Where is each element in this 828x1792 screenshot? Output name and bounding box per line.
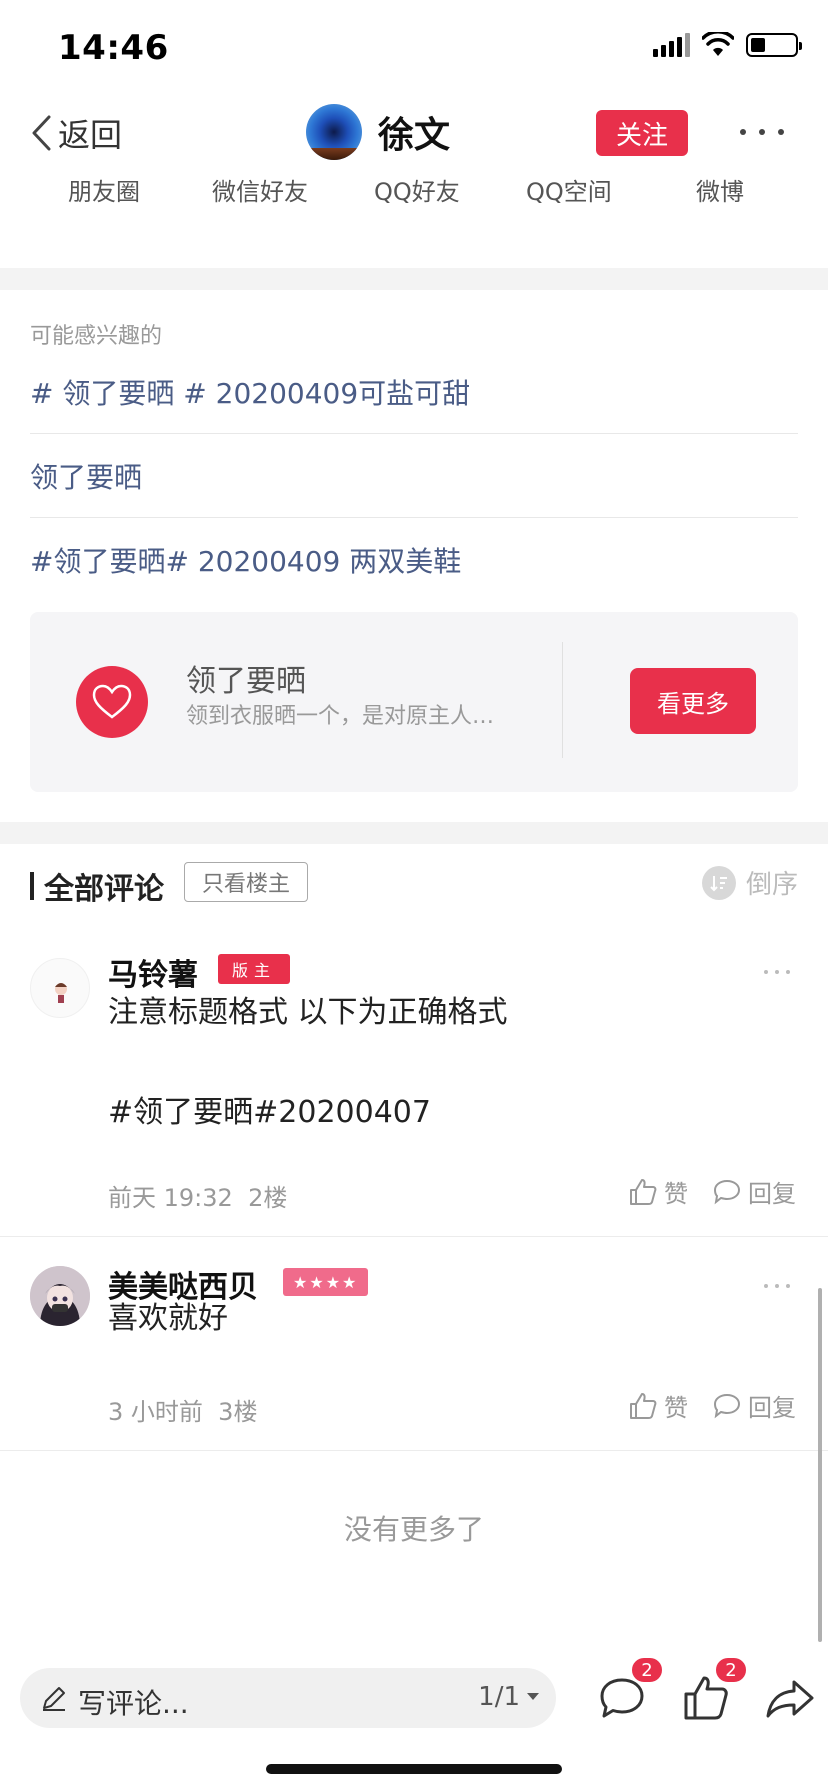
comment-text: 喜欢就好 <box>108 1301 228 1336</box>
reply-button[interactable]: 回复 <box>712 1174 796 1209</box>
like-button[interactable]: 赞 <box>628 1174 688 1209</box>
section-separator <box>0 822 828 844</box>
share-wechat-friend[interactable]: 微信好友 <box>212 172 308 207</box>
like-label: 赞 <box>664 1180 688 1208</box>
sort-label: 倒序 <box>745 870 798 900</box>
nav-bar: 返回 徐文 关注 <box>0 100 828 172</box>
like-label: 赞 <box>664 1394 688 1422</box>
level-badge: ★★★★ <box>283 1268 369 1296</box>
interest-title: 可能感兴趣的 <box>30 324 163 349</box>
sort-icon <box>701 865 736 900</box>
reply-label: 回复 <box>748 1394 796 1422</box>
see-more-button[interactable]: 看更多 <box>630 668 756 734</box>
author-info[interactable]: 徐文 <box>306 104 450 160</box>
signal-icon <box>653 33 690 57</box>
commenter-avatar[interactable] <box>30 958 90 1018</box>
thumbs-up-icon <box>630 1178 657 1205</box>
topic-card-title: 领了要晒 <box>186 664 306 699</box>
topic-card-subtitle: 领到衣服晒一个，是对原主人的尊重 <box>186 704 496 729</box>
topic-link[interactable]: 领了要晒 <box>30 434 798 518</box>
scrollbar[interactable] <box>818 1288 822 1642</box>
back-label: 返回 <box>58 116 123 154</box>
like-post-button[interactable]: 2 <box>676 1656 748 1728</box>
commenter-avatar[interactable] <box>30 1266 90 1326</box>
share-arrow-icon <box>766 1680 814 1718</box>
sort-button[interactable]: 倒序 <box>701 864 798 901</box>
comment-more-icon[interactable] <box>764 968 790 976</box>
comment-meta: 3 小时前 3楼 <box>108 1392 257 1427</box>
battery-icon <box>746 33 802 57</box>
reply-label: 回复 <box>748 1180 796 1208</box>
comments-title: 全部评论 <box>44 872 164 907</box>
comment-count-badge: 2 <box>630 1656 664 1684</box>
comment-meta: 前天 19:32 2楼 <box>108 1178 287 1213</box>
divider <box>0 1236 828 1237</box>
author-avatar[interactable] <box>306 104 362 160</box>
wifi-icon <box>702 32 734 56</box>
page-indicator: 1/1 <box>478 1682 520 1712</box>
share-qq-friend[interactable]: QQ好友 <box>374 172 460 207</box>
share-moments[interactable]: 朋友圈 <box>68 172 140 207</box>
write-comment-placeholder: 写评论... <box>78 1687 189 1720</box>
thumbs-up-icon <box>630 1392 657 1419</box>
home-indicator <box>266 1764 562 1774</box>
pencil-icon <box>43 1687 65 1711</box>
only-owner-button[interactable]: 只看楼主 <box>184 862 308 902</box>
comment-bubble-icon <box>713 1393 741 1418</box>
status-time: 14:46 <box>58 28 169 68</box>
like-button[interactable]: 赞 <box>628 1388 688 1423</box>
comments-button[interactable]: 2 <box>592 1656 664 1728</box>
like-count-badge: 2 <box>714 1656 748 1684</box>
no-more-text: 没有更多了 <box>343 1513 484 1546</box>
status-bar: 14:46 <box>0 0 828 96</box>
back-button[interactable]: 返回 <box>30 110 122 156</box>
comment-more-icon[interactable] <box>764 1282 790 1290</box>
chevron-left-icon <box>32 115 51 151</box>
comment-bubble-icon <box>713 1179 741 1204</box>
topic-link[interactable]: #领了要晒# 20200409 两双美鞋 <box>30 518 798 602</box>
comments-header: 全部评论 只看楼主 倒序 <box>0 858 828 918</box>
comment-time: 3 小时前 <box>108 1398 203 1426</box>
share-weibo[interactable]: 微博 <box>696 172 744 207</box>
comment-actions: 赞 回复 <box>628 1174 796 1209</box>
topic-link[interactable]: # 领了要晒 # 20200409可盐可甜 <box>30 350 798 434</box>
status-icons <box>653 32 802 58</box>
write-comment-input[interactable]: 写评论... 1/1 <box>20 1668 556 1728</box>
reply-button[interactable]: 回复 <box>712 1388 796 1423</box>
share-qzone[interactable]: QQ空间 <box>526 172 612 207</box>
comment-text: #领了要晒#20200407 <box>108 1095 431 1130</box>
divider <box>562 642 563 758</box>
share-row: 朋友圈 微信好友 QQ好友 QQ空间 微博 <box>0 172 828 216</box>
heart-icon <box>76 666 148 738</box>
author-name[interactable]: 徐文 <box>378 106 450 158</box>
more-options-icon[interactable] <box>740 114 784 150</box>
comment-actions: 赞 回复 <box>628 1388 796 1423</box>
divider <box>0 1450 828 1451</box>
follow-button[interactable]: 关注 <box>596 110 688 156</box>
comment-floor: 2楼 <box>248 1184 288 1212</box>
title-marker <box>30 872 34 900</box>
comment-text: 注意标题格式 以下为正确格式 <box>108 995 508 1030</box>
share-button[interactable] <box>760 1668 820 1728</box>
topic-card[interactable]: 领了要晒 领到衣服晒一个，是对原主人的尊重 看更多 <box>30 612 798 792</box>
comment-floor: 3楼 <box>218 1398 258 1426</box>
page-selector[interactable]: 1/1 <box>478 1682 540 1712</box>
comment-time: 前天 19:32 <box>108 1184 233 1212</box>
caret-down-icon <box>527 1693 539 1700</box>
moderator-badge: 版主 <box>218 954 291 984</box>
section-separator <box>0 268 828 290</box>
